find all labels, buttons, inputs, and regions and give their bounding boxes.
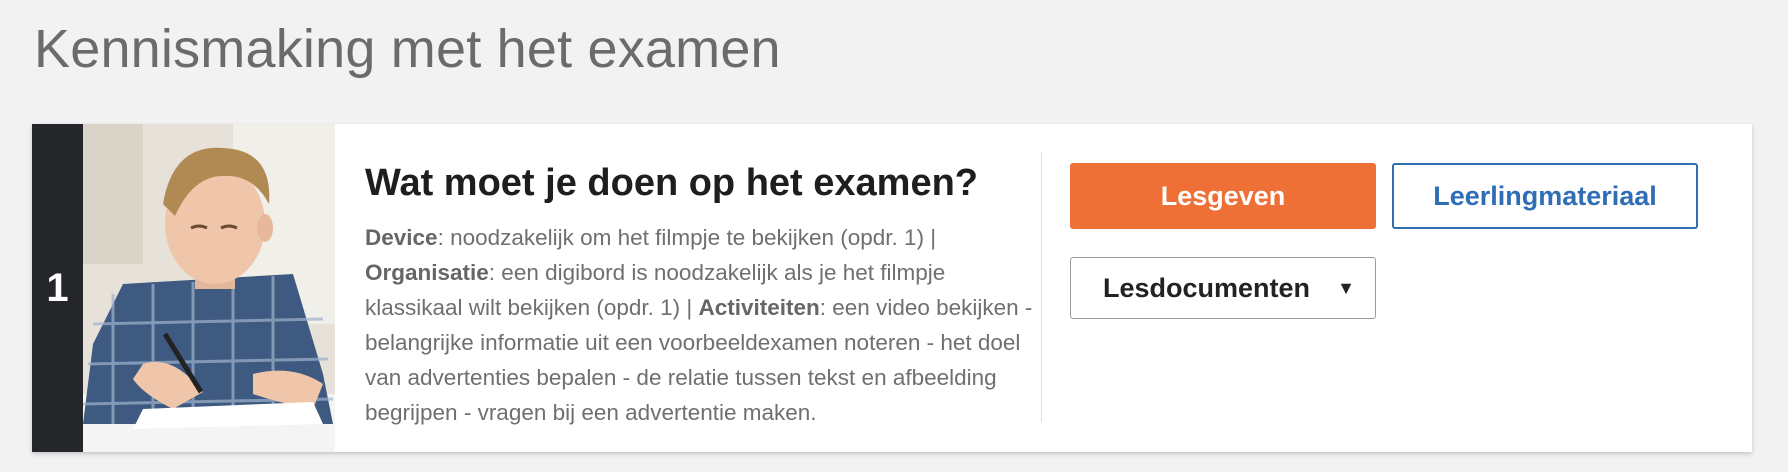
lesson-actions: Lesgeven Leerlingmateriaal Lesdocumenten… — [1042, 124, 1710, 452]
student-writing-image — [83, 124, 335, 452]
lesson-content: Wat moet je doen op het examen? Device: … — [335, 124, 1041, 452]
lesson-description: Device: noodzakelijk om het filmpje te b… — [365, 220, 1041, 430]
organisation-label: Organisatie — [365, 259, 489, 285]
device-label: Device — [365, 224, 438, 250]
lesgeven-button[interactable]: Lesgeven — [1070, 163, 1376, 229]
device-text: : noodzakelijk om het filmpje te bekijke… — [437, 224, 937, 250]
lesson-thumbnail — [83, 124, 335, 452]
lesson-number: 1 — [32, 124, 83, 452]
lesson-title: Wat moet je doen op het examen? — [365, 162, 979, 204]
activities-label: Activiteiten — [698, 294, 820, 320]
caret-down-icon: ▼ — [1337, 277, 1355, 298]
dropdown-label: Lesdocumenten — [1103, 272, 1311, 303]
page-title: Kennismaking met het examen — [34, 19, 781, 79]
lesdocumenten-dropdown[interactable]: Lesdocumenten ▼ — [1070, 257, 1376, 319]
leerlingmateriaal-button[interactable]: Leerlingmateriaal — [1392, 163, 1698, 229]
lesson-card: 1 Wat moet je doen op het examen? Device… — [32, 124, 1752, 452]
